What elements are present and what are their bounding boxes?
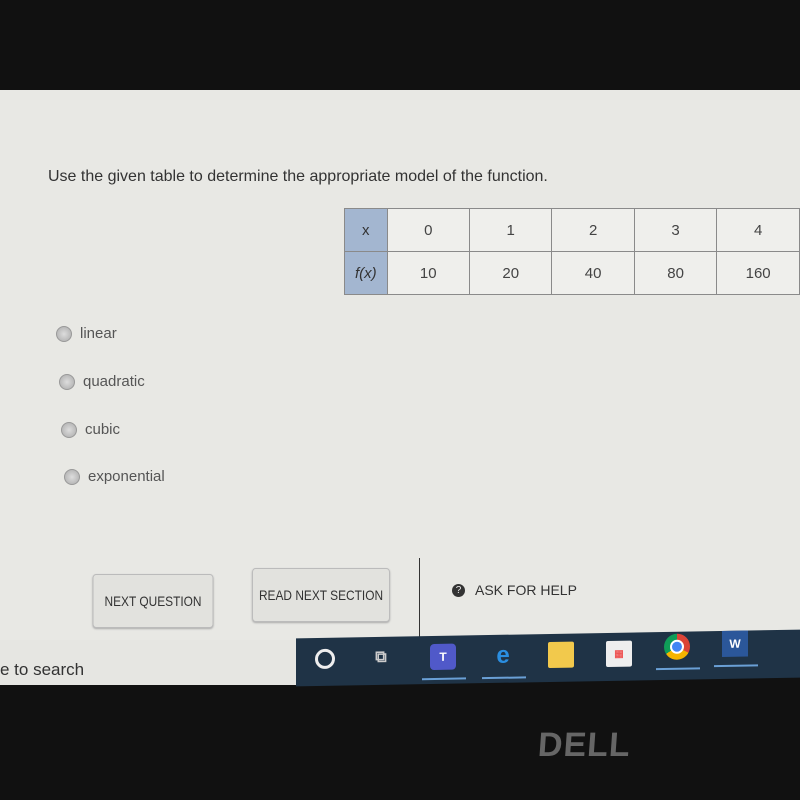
task-view-icon[interactable]: ⧉ [368, 645, 394, 671]
help-icon: ? [452, 583, 465, 597]
option-linear[interactable]: linear [56, 325, 117, 342]
table-row: f(x) 10 20 40 80 160 [344, 251, 800, 295]
cell: 4 [716, 208, 800, 252]
cell: 20 [468, 251, 553, 295]
teams-icon[interactable]: T [422, 643, 466, 681]
cell: 1 [468, 208, 553, 252]
edge-icon[interactable]: e [482, 642, 526, 680]
option-label: linear [80, 325, 117, 342]
row-header-fx: f(x) [344, 251, 388, 295]
word-icon[interactable]: W [714, 630, 758, 668]
cell: 40 [551, 251, 635, 295]
radio-button[interactable] [59, 373, 75, 390]
file-explorer-icon[interactable] [548, 641, 574, 668]
cell: 10 [386, 251, 470, 295]
store-icon[interactable]: ▦ [606, 640, 632, 667]
row-header-x: x [344, 208, 388, 252]
radio-button[interactable] [61, 421, 77, 438]
ask-for-help-label: ASK FOR HELP [475, 582, 577, 598]
cell: 2 [551, 208, 635, 252]
cell: 3 [633, 208, 718, 252]
cell: 160 [716, 251, 800, 295]
function-table: x 0 1 2 3 4 f(x) 10 20 40 80 160 [344, 208, 800, 295]
option-cubic[interactable]: cubic [61, 421, 120, 438]
radio-button[interactable] [56, 325, 72, 342]
option-quadratic[interactable]: quadratic [59, 373, 145, 390]
option-exponential[interactable]: exponential [64, 468, 165, 485]
radio-button[interactable] [64, 468, 80, 485]
question-text: Use the given table to determine the app… [48, 168, 548, 185]
dell-logo: DELL [536, 726, 633, 764]
ask-for-help-button[interactable]: ? ASK FOR HELP [452, 582, 577, 598]
option-label: exponential [88, 468, 165, 485]
chrome-icon[interactable] [656, 633, 700, 671]
cell: 80 [633, 251, 718, 295]
cell: 0 [386, 208, 470, 252]
table-row: x 0 1 2 3 4 [344, 208, 800, 252]
search-text: e to search [0, 660, 85, 679]
next-question-button[interactable]: NEXT QUESTION [92, 574, 214, 628]
taskbar-search[interactable]: e to search [0, 640, 296, 685]
divider [419, 558, 420, 638]
cortana-icon[interactable] [312, 646, 338, 672]
option-label: quadratic [83, 373, 145, 390]
read-next-section-button[interactable]: READ NEXT SECTION [252, 568, 390, 622]
taskbar: ⧉ T e ▦ W [296, 629, 800, 687]
option-label: cubic [85, 421, 121, 438]
